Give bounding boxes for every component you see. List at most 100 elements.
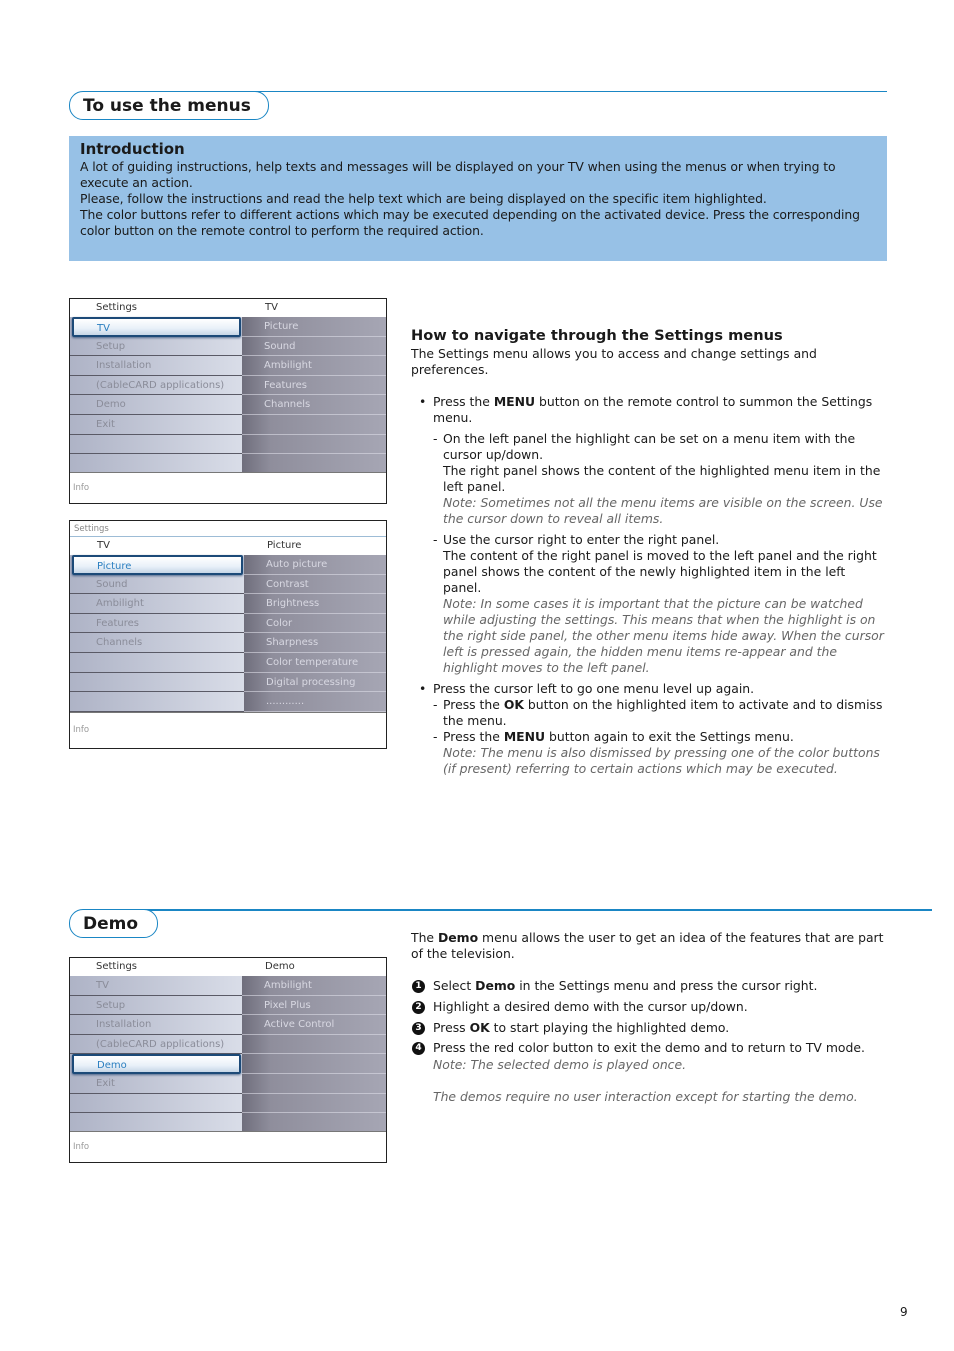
demo-step: 3 Press OK to start playing the highlight… bbox=[411, 1020, 887, 1036]
demo-step: 4 Press the red color button to exit the … bbox=[411, 1040, 887, 1056]
submenu-item: Ambilight bbox=[242, 356, 386, 376]
menu-item: Channels bbox=[70, 633, 244, 653]
introduction-heading: Introduction bbox=[80, 140, 185, 158]
section-rule bbox=[140, 909, 932, 911]
menu-left-panel: TV Setup Installation (CableCARD applicatio… bbox=[70, 317, 242, 474]
page-number: 9 bbox=[900, 1305, 908, 1319]
navigation-lead: The Settings menu allows you to access a… bbox=[411, 346, 817, 377]
menu-item: Exit bbox=[70, 1074, 242, 1094]
submenu-item: Channels bbox=[242, 395, 386, 415]
menu-right-title: Picture bbox=[267, 540, 302, 551]
menu-right-panel: Picture Sound Ambilight Features Channels bbox=[242, 317, 386, 474]
submenu-item: Brightness bbox=[244, 594, 386, 614]
menu-item-selected: Demo bbox=[72, 1054, 241, 1074]
demo-steps: 1 Select Demo in the Settings menu and pr… bbox=[411, 978, 887, 1056]
section-title-to-use-the-menus: To use the menus bbox=[69, 91, 269, 120]
menu-right-panel: Ambilight Pixel Plus Active Control bbox=[242, 976, 386, 1133]
submenu-item: Ambilight bbox=[242, 976, 386, 996]
menu-item bbox=[70, 692, 244, 712]
demo-step: 2 Highlight a desired demo with the curso… bbox=[411, 999, 887, 1015]
dash-item: - Use the cursor right to enter the righ… bbox=[411, 532, 887, 676]
menu-info-bar: Info bbox=[70, 472, 386, 503]
menu-item: (CableCARD applications) bbox=[70, 1035, 242, 1055]
menu-item: Installation bbox=[70, 1015, 242, 1035]
step-number-icon: 1 bbox=[412, 980, 425, 993]
menu-body: TV Setup Installation (CableCARD applicatio… bbox=[70, 976, 386, 1133]
settings-menu-screenshot-picture: Settings TV Picture Picture Sound Ambiligh… bbox=[69, 520, 387, 749]
menu-left-panel: TV Setup Installation (CableCARD applicatio… bbox=[70, 976, 242, 1133]
submenu-item: Active Control bbox=[242, 1015, 386, 1035]
menu-header: TV Picture bbox=[70, 537, 386, 555]
menu-item: Features bbox=[70, 614, 244, 634]
note-text: The demos require no user interaction ex… bbox=[433, 1089, 858, 1105]
menu-caption: Settings bbox=[70, 521, 386, 537]
menu-body: TV Setup Installation (CableCARD applicatio… bbox=[70, 317, 386, 474]
submenu-item bbox=[242, 1094, 386, 1114]
section-title-text: To use the menus bbox=[83, 95, 251, 116]
step-number-icon: 4 bbox=[412, 1042, 425, 1056]
submenu-item: Contrast bbox=[244, 575, 386, 595]
menu-right-panel: Auto picture Contrast Brightness Color Sharp… bbox=[244, 555, 386, 712]
menu-left-panel: Picture Sound Ambilight Features Channels bbox=[70, 555, 244, 712]
submenu-item bbox=[242, 1035, 386, 1055]
settings-menu-screenshot-tv: Settings TV TV Setup Installation (CableCAR… bbox=[69, 298, 387, 504]
intro-paragraph: Please, follow the instructions and read… bbox=[80, 191, 767, 206]
menu-info-bar: Info bbox=[70, 712, 386, 748]
note-text: Note: Sometimes not all the menu items a… bbox=[443, 495, 883, 526]
bullet-item: • Press the cursor left to go one menu l… bbox=[419, 681, 755, 696]
menu-item: Demo bbox=[70, 395, 242, 415]
submenu-item: Auto picture bbox=[244, 555, 386, 575]
submenu-item bbox=[242, 1113, 386, 1133]
settings-menu-screenshot-demo: Settings Demo TV Setup Installation (CableC… bbox=[69, 957, 387, 1163]
menu-info-bar: Info bbox=[70, 1131, 386, 1162]
menu-left-title: Settings bbox=[96, 961, 138, 972]
bullet-item: • Press the MENU button on the remote co… bbox=[419, 394, 873, 425]
dash-item: - Press the OK button on the highlighted… bbox=[433, 697, 883, 728]
submenu-item: Features bbox=[242, 376, 386, 396]
submenu-item: Pixel Plus bbox=[242, 996, 386, 1016]
dash-item: - Press the MENU button again to exit th… bbox=[411, 729, 887, 777]
menu-item: Installation bbox=[70, 356, 242, 376]
submenu-item bbox=[242, 435, 386, 455]
dash-item: - On the left panel the highlight can be… bbox=[411, 431, 887, 527]
submenu-item bbox=[242, 1054, 386, 1074]
step-number-icon: 2 bbox=[412, 1000, 425, 1014]
navigation-instructions: How to navigate through the Settings men… bbox=[411, 326, 887, 777]
menu-body: Picture Sound Ambilight Features Channels Au… bbox=[70, 555, 386, 712]
submenu-item: Picture bbox=[242, 317, 386, 337]
menu-item bbox=[70, 1094, 242, 1114]
menu-right-title: TV bbox=[265, 302, 278, 313]
menu-item: (CableCARD applications) bbox=[70, 376, 242, 396]
submenu-item: Sound bbox=[242, 337, 386, 357]
intro-paragraph: The color buttons refer to different act… bbox=[80, 207, 860, 238]
submenu-item: Color temperature bbox=[244, 653, 386, 673]
section-title-demo: Demo bbox=[69, 909, 158, 938]
section-rule bbox=[250, 91, 887, 92]
menu-item bbox=[70, 435, 242, 455]
section-title-text: Demo bbox=[83, 913, 139, 934]
menu-item-selected: TV bbox=[72, 317, 241, 337]
demo-step: 1 Select Demo in the Settings menu and pr… bbox=[411, 978, 887, 994]
menu-header: Settings Demo bbox=[70, 958, 386, 976]
demo-instructions: The Demo menu allows the user to get an … bbox=[411, 930, 887, 1105]
submenu-item bbox=[242, 415, 386, 435]
submenu-item: ............ bbox=[244, 692, 386, 712]
submenu-item bbox=[242, 1074, 386, 1094]
menu-item bbox=[70, 1113, 242, 1133]
intro-paragraph: A lot of guiding instructions, help text… bbox=[80, 159, 836, 190]
menu-item: Sound bbox=[70, 575, 244, 595]
step-number-icon: 3 bbox=[412, 1021, 425, 1035]
menu-item: Exit bbox=[70, 415, 242, 435]
menu-left-title: Settings bbox=[96, 302, 138, 313]
submenu-item: Sharpness bbox=[244, 633, 386, 653]
note-text: Note: In some cases it is important that… bbox=[443, 596, 884, 675]
menu-item bbox=[70, 454, 242, 474]
menu-item-selected: Picture bbox=[72, 555, 243, 575]
menu-item: Setup bbox=[70, 337, 242, 357]
submenu-item: Digital processing bbox=[244, 673, 386, 693]
menu-header: Settings TV bbox=[70, 299, 386, 317]
menu-item bbox=[70, 673, 244, 693]
note-text: Note: The menu is also dismissed by pres… bbox=[443, 745, 880, 776]
navigation-heading: How to navigate through the Settings men… bbox=[411, 327, 783, 344]
introduction-box: Introduction A lot of guiding instructio… bbox=[69, 136, 887, 261]
